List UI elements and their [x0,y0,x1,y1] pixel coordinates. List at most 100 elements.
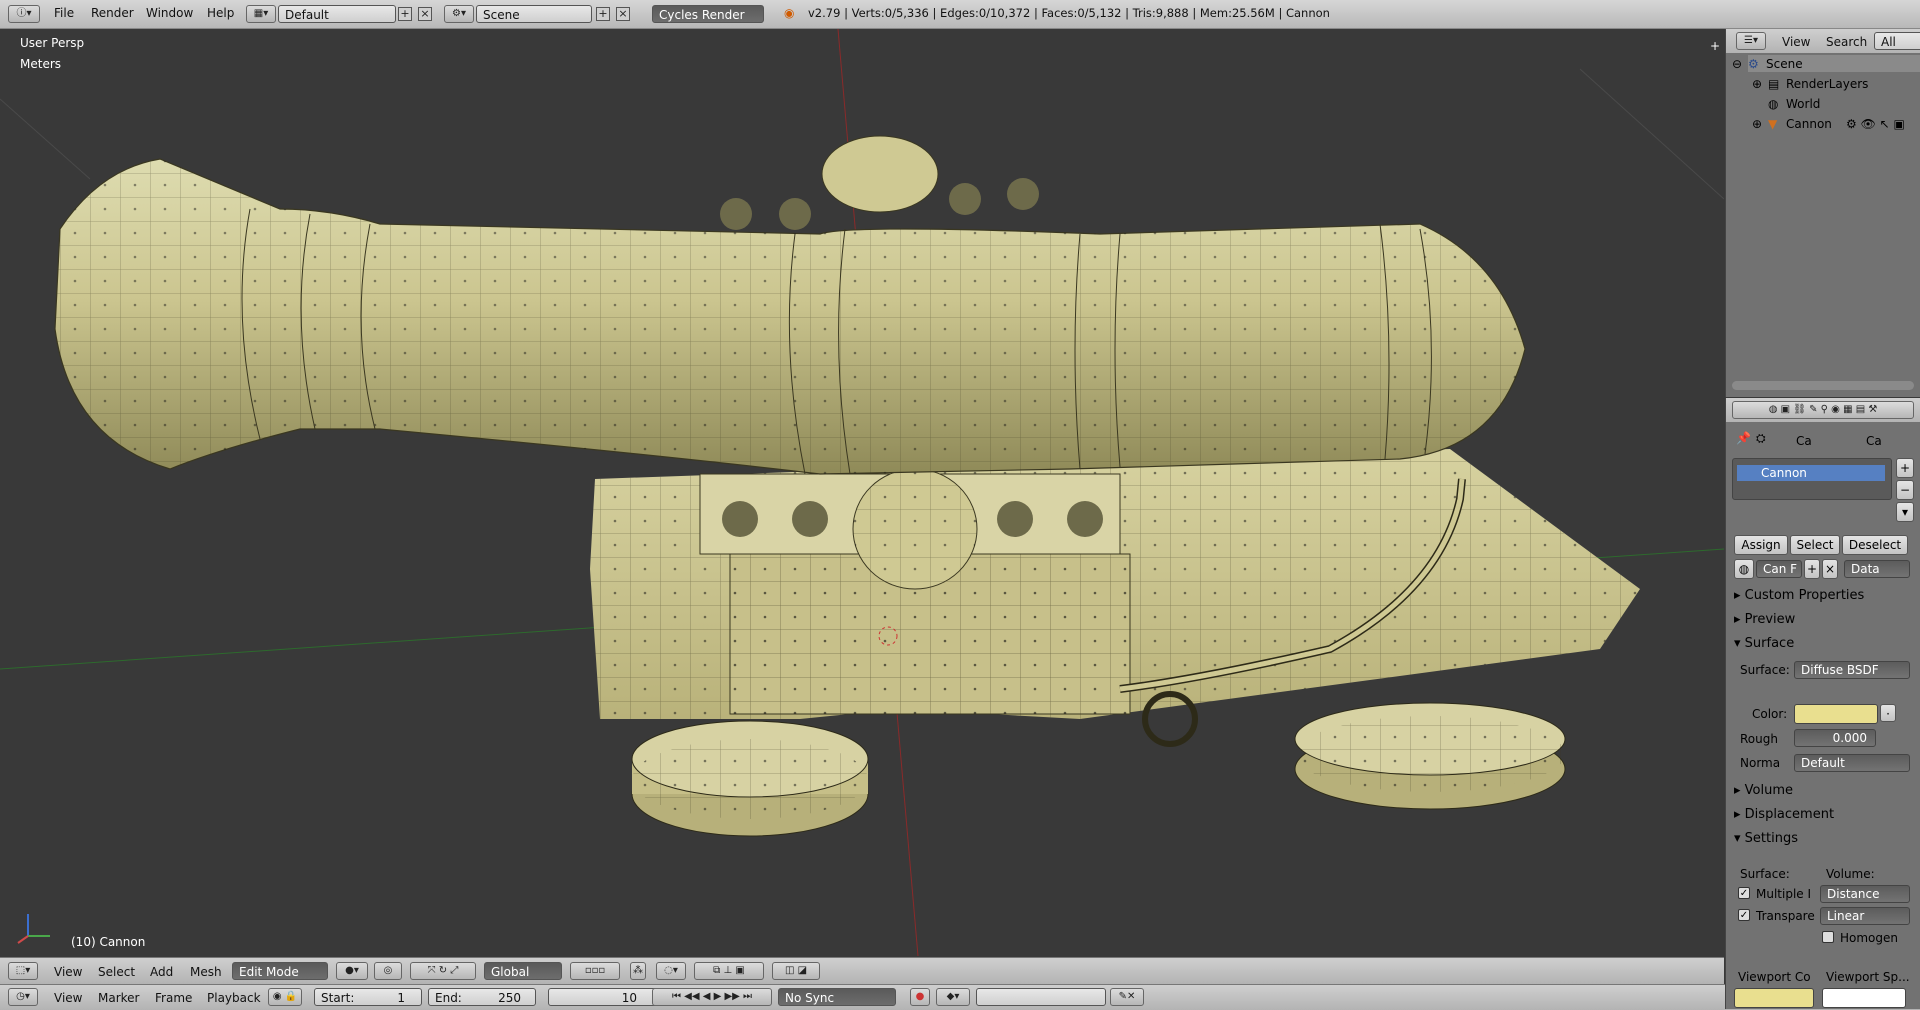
timeline-editor-icon[interactable]: ◷▾ [8,988,38,1006]
outliner-menu-search[interactable]: Search [1826,35,1867,49]
3d-viewport[interactable]: User Persp Meters (10) Cannon + [0,29,1724,956]
assign-button[interactable]: Assign [1734,535,1788,555]
properties-panel[interactable]: ◍ ▣ ⛓ ✎ ⚲ ◉ ▦ ▤ ⚒ 📌 ⛭ Ca Ca Cannon + − ▾… [1725,398,1920,1009]
menu-window[interactable]: Window [146,6,193,20]
record-icon[interactable]: ● [910,988,930,1006]
outliner-display-select[interactable]: All Scenes [1874,32,1920,67]
menu-render[interactable]: Render [91,6,134,20]
render-preview-icons[interactable]: ◫ ◪ [772,962,820,980]
remove-slot-button[interactable]: − [1896,480,1914,500]
visibility-icons[interactable]: ⚙ 👁 ↖ ▣ [1846,117,1905,131]
keying-set-actions-icon[interactable]: ✎✕ [1110,988,1144,1006]
multiple-importance-checkbox[interactable]: ✓ [1738,887,1750,899]
outliner-menu-view[interactable]: View [1782,35,1810,49]
timeline-menu-marker[interactable]: Marker [98,991,139,1005]
keyframe-icon[interactable]: ◆▾ [936,988,970,1006]
material-slot-list[interactable]: Cannon [1732,458,1892,500]
expand-renderlayers-icon[interactable]: ⊕ [1752,77,1762,91]
outliner-item-scene[interactable]: Scene [1766,57,1803,71]
add-scene-icon[interactable]: + [596,7,610,21]
outliner-item-renderlayers[interactable]: RenderLayers [1786,77,1868,91]
section-volume[interactable]: ▸ Volume [1734,783,1906,803]
timeline-menu-frame[interactable]: Frame [155,991,192,1005]
playback-controls-icons[interactable]: ⏮ ◀◀ ◀ ▶ ▶▶ ⏭ [652,988,772,1006]
normal-select[interactable]: Default [1794,754,1910,772]
properties-tabs: ◍ ▣ ⛓ ✎ ⚲ ◉ ▦ ▤ ⚒ [1726,398,1920,422]
keying-set-field[interactable] [976,988,1106,1006]
viewport-spec-swatch[interactable] [1822,988,1906,1008]
current-frame-field[interactable]: 10 [548,988,658,1006]
menu-select[interactable]: Select [98,965,135,979]
surface-shader-select[interactable]: Diffuse BSDF [1794,661,1910,679]
outliner-editor-icon[interactable]: ☰▾ [1736,32,1766,50]
section-displacement[interactable]: ▸ Displacement [1734,807,1906,827]
expand-cannon-icon[interactable]: ⊕ [1752,117,1762,131]
outliner-header: ☰▾ View Search All Scenes [1726,29,1920,67]
section-surface[interactable]: ▾ Surface [1734,636,1906,656]
end-frame-field[interactable]: End: 250 [428,988,536,1006]
property-context-icons[interactable]: ◍ ▣ ⛓ ✎ ⚲ ◉ ▦ ▤ ⚒ [1732,401,1914,419]
pin-icon[interactable]: 📌 [1736,431,1751,445]
scene-icon[interactable]: ⚙▾ [444,5,474,23]
viewport-color-swatch[interactable] [1734,988,1814,1008]
select-mode-icon[interactable]: ⁂ [630,962,646,980]
viewport-spec-label: Viewport Sp... [1826,970,1910,984]
shading-icon[interactable]: ●▾ [336,962,368,980]
sync-select[interactable]: No Sync [778,988,896,1006]
menu-view[interactable]: View [54,965,82,979]
scene-selector[interactable]: Scene [476,5,592,23]
front-wheel [631,720,869,837]
mode-select[interactable]: Edit Mode [232,962,328,980]
layout-selector[interactable]: Default [278,5,396,23]
outliner-item-cannon[interactable]: Cannon [1786,117,1832,131]
menu-help[interactable]: Help [207,6,234,20]
info-editor-type-button[interactable]: ⓘ▾ [8,5,40,23]
proportional-icon[interactable]: ◌▾ [656,962,686,980]
link-data-select[interactable]: Data [1844,560,1910,578]
color-label: Color: [1752,707,1788,721]
timeline-menu-playback[interactable]: Playback [207,991,261,1005]
color-swatch[interactable] [1794,704,1878,724]
viewport-canvas [0,29,1724,956]
remove-scene-icon[interactable]: × [616,7,630,21]
transparent-shadow-checkbox[interactable]: ✓ [1738,909,1750,921]
new-material-button[interactable]: + [1804,559,1820,579]
menu-mesh[interactable]: Mesh [190,965,222,979]
section-custom-properties[interactable]: ▸ Custom Properties [1734,588,1906,608]
volume-sampling-select[interactable]: Distance [1820,885,1910,903]
viewport-expand-icon[interactable]: + [1710,39,1720,53]
select-button[interactable]: Select [1790,535,1840,555]
remove-layout-icon[interactable]: × [418,7,432,21]
slot-menu-button[interactable]: ▾ [1896,502,1914,522]
outliner-scrollbar[interactable] [1732,381,1914,390]
timeline-menu-view[interactable]: View [54,991,82,1005]
layers-icon[interactable]: ▫▫▫ [570,962,620,980]
material-slot-item[interactable]: Cannon [1737,465,1885,481]
rough-value-field[interactable]: 0.000 [1794,729,1876,747]
material-browse-icon[interactable]: ◍ [1734,559,1754,579]
deselect-button[interactable]: Deselect [1842,535,1908,555]
preview-range-icon[interactable]: ◉ 🔒 [268,988,302,1006]
outliner-item-world[interactable]: World [1786,97,1820,111]
orientation-select[interactable]: Global [484,962,562,980]
manipulator-icons[interactable]: ⤧ ↻ ⤢ [410,962,476,980]
section-settings[interactable]: ▾ Settings [1734,831,1906,851]
add-slot-button[interactable]: + [1896,458,1914,478]
interpolation-select[interactable]: Linear [1820,907,1910,925]
add-layout-icon[interactable]: + [398,7,412,21]
color-link-icon[interactable]: · [1880,704,1896,722]
unlink-material-button[interactable]: × [1822,559,1838,579]
editor-type-icon[interactable]: ⬚▾ [8,962,38,980]
menu-add[interactable]: Add [150,965,173,979]
expand-scene-icon[interactable]: ⊖ [1732,57,1742,71]
render-engine-select[interactable]: Cycles Render [652,5,764,23]
layout-icon[interactable]: ▦▾ [246,5,276,23]
outliner-panel[interactable]: ☰▾ View Search All Scenes ⊖ ⚙ Scene ⊕ ▤ … [1725,29,1920,397]
section-preview[interactable]: ▸ Preview [1734,612,1906,632]
pivot-icon[interactable]: ◎ [374,962,402,980]
homogeneous-checkbox[interactable] [1822,931,1834,943]
menu-file[interactable]: File [54,6,74,20]
snap-icons[interactable]: ⧉ ⊥ ▣ [694,962,764,980]
start-frame-field[interactable]: Start: 1 [314,988,422,1006]
material-name-field[interactable]: Can F [1756,560,1802,578]
